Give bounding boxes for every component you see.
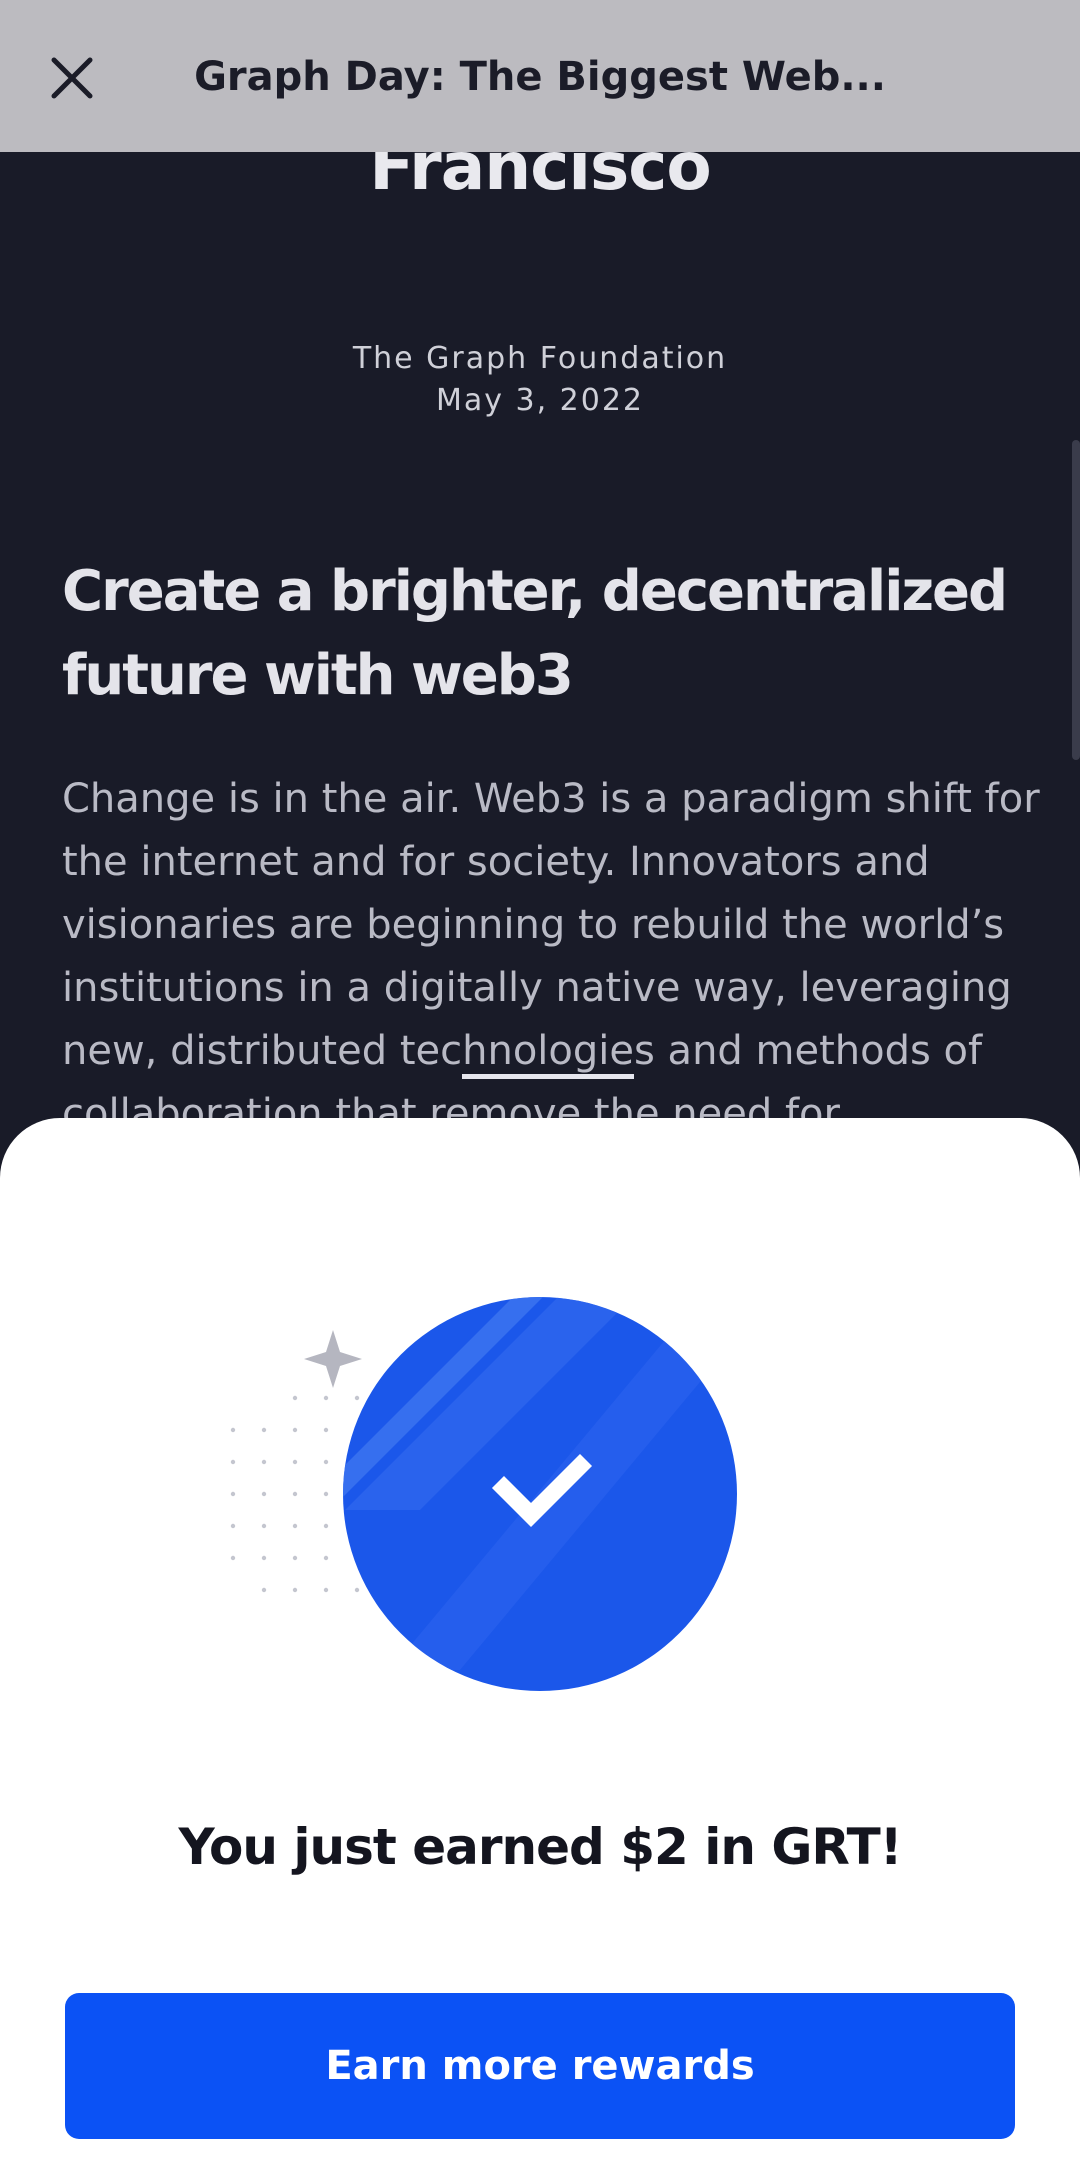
publish-date: May 3, 2022 — [435, 383, 645, 418]
checkmark-coin-icon — [230, 1297, 737, 1691]
article-body: Change is in the air. Web3 is a paradigm… — [62, 768, 1042, 1146]
earn-more-rewards-button[interactable]: Earn more rewards — [65, 1993, 1015, 2139]
scrollbar[interactable] — [1072, 440, 1080, 760]
page-title: Graph Day: The Biggest Web... — [194, 54, 886, 100]
close-icon — [51, 57, 93, 99]
top-bar: Graph Day: The Biggest Web... — [0, 0, 1080, 152]
author-name: The Graph Foundation — [352, 341, 728, 376]
byline: The Graph Foundation May 3, 2022 — [0, 338, 1080, 422]
body-link[interactable]: hnologie — [462, 1028, 634, 1079]
reward-message: You just earned $2 in GRT! — [178, 1818, 902, 1876]
section-heading: Create a brighter, decentralized future … — [62, 559, 1008, 708]
close-button[interactable] — [40, 46, 104, 110]
